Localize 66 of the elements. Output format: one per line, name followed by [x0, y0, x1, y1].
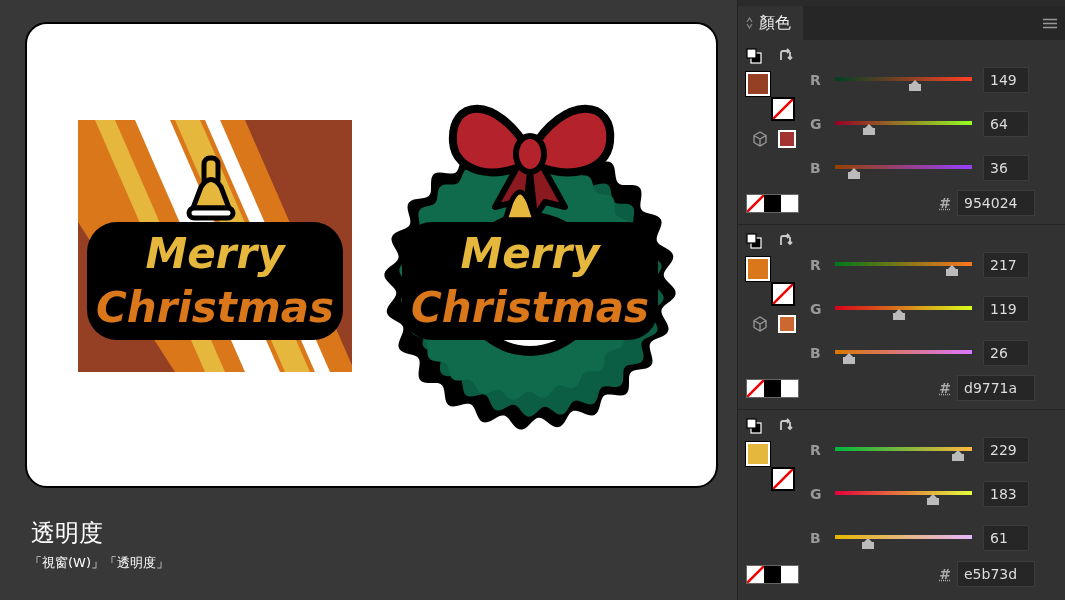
hex-label: #: [939, 380, 951, 396]
channel-value-field[interactable]: 149: [983, 67, 1029, 93]
channel-value-field[interactable]: 36: [983, 155, 1029, 181]
menu-icon[interactable]: [1043, 17, 1057, 29]
none-swatch[interactable]: [747, 565, 764, 583]
default-swatch[interactable]: [764, 194, 781, 212]
hex-label: #: [939, 195, 951, 211]
channel-label: R: [809, 442, 822, 458]
hex-field[interactable]: e5b73d: [957, 561, 1035, 587]
artwork-text: Merry: [145, 229, 285, 278]
artwork-text: Merry: [460, 229, 600, 278]
hex-label: #: [939, 566, 951, 582]
websafe-swatch[interactable]: [778, 315, 796, 333]
channel-label: G: [809, 116, 823, 132]
channel-value-field[interactable]: 119: [983, 296, 1029, 322]
bell-icon: [186, 155, 236, 221]
cube-icon[interactable]: [752, 131, 768, 147]
cube-icon[interactable]: [752, 316, 768, 332]
default-colors-icon[interactable]: [746, 48, 762, 64]
slider-thumb[interactable]: [908, 79, 922, 91]
slider-thumb[interactable]: [841, 352, 856, 364]
slider-thumb[interactable]: [944, 264, 959, 276]
default-swatch[interactable]: [764, 565, 781, 583]
channel-label: R: [809, 257, 822, 273]
slider-thumb[interactable]: [847, 167, 862, 179]
fill-swatch[interactable]: [746, 442, 770, 466]
websafe-swatch[interactable]: [778, 130, 796, 148]
channel-value-field[interactable]: 183: [983, 481, 1029, 507]
slider-thumb[interactable]: [862, 123, 877, 135]
hex-field[interactable]: 954024: [957, 190, 1035, 216]
channel-value-field[interactable]: 64: [983, 111, 1029, 137]
none-swatch[interactable]: [747, 379, 764, 397]
artwork-text: Christmas: [411, 283, 649, 332]
stroke-none-swatch[interactable]: [771, 282, 795, 306]
channel-value-field[interactable]: 26: [983, 340, 1029, 366]
stroke-none-swatch[interactable]: [771, 467, 795, 491]
panel-tab[interactable]: 顏色: [738, 6, 803, 40]
slider-thumb[interactable]: [891, 308, 906, 320]
channel-value-field[interactable]: 229: [983, 437, 1029, 463]
channel-label: G: [809, 486, 823, 502]
default-swatch[interactable]: [781, 194, 798, 212]
slider-thumb[interactable]: [926, 493, 941, 505]
hex-field[interactable]: d9771a: [957, 375, 1035, 401]
stroke-none-swatch[interactable]: [771, 97, 795, 121]
channel-label: G: [809, 301, 823, 317]
channel-label: B: [809, 160, 822, 176]
channel-label: B: [809, 530, 822, 546]
caption-subtitle: 「視窗(W)」「透明度」: [29, 554, 169, 572]
fill-swatch[interactable]: [746, 72, 770, 96]
default-colors-icon[interactable]: [746, 233, 762, 249]
channel-label: R: [809, 72, 822, 88]
panel-title: 顏色: [759, 12, 791, 34]
slider-thumb[interactable]: [860, 537, 875, 549]
slider-thumb[interactable]: [951, 449, 965, 461]
none-swatch[interactable]: [747, 194, 764, 212]
expand-icon[interactable]: [746, 17, 753, 29]
default-swatch[interactable]: [764, 379, 781, 397]
artwork-text: Christmas: [96, 283, 334, 332]
channel-label: B: [809, 345, 822, 361]
default-swatch[interactable]: [781, 565, 798, 583]
fill-swatch[interactable]: [746, 257, 770, 281]
default-swatch[interactable]: [781, 379, 798, 397]
caption-title: 透明度: [31, 518, 103, 548]
default-colors-icon[interactable]: [746, 418, 762, 434]
channel-value-field[interactable]: 217: [983, 252, 1029, 278]
channel-value-field[interactable]: 61: [983, 525, 1029, 551]
